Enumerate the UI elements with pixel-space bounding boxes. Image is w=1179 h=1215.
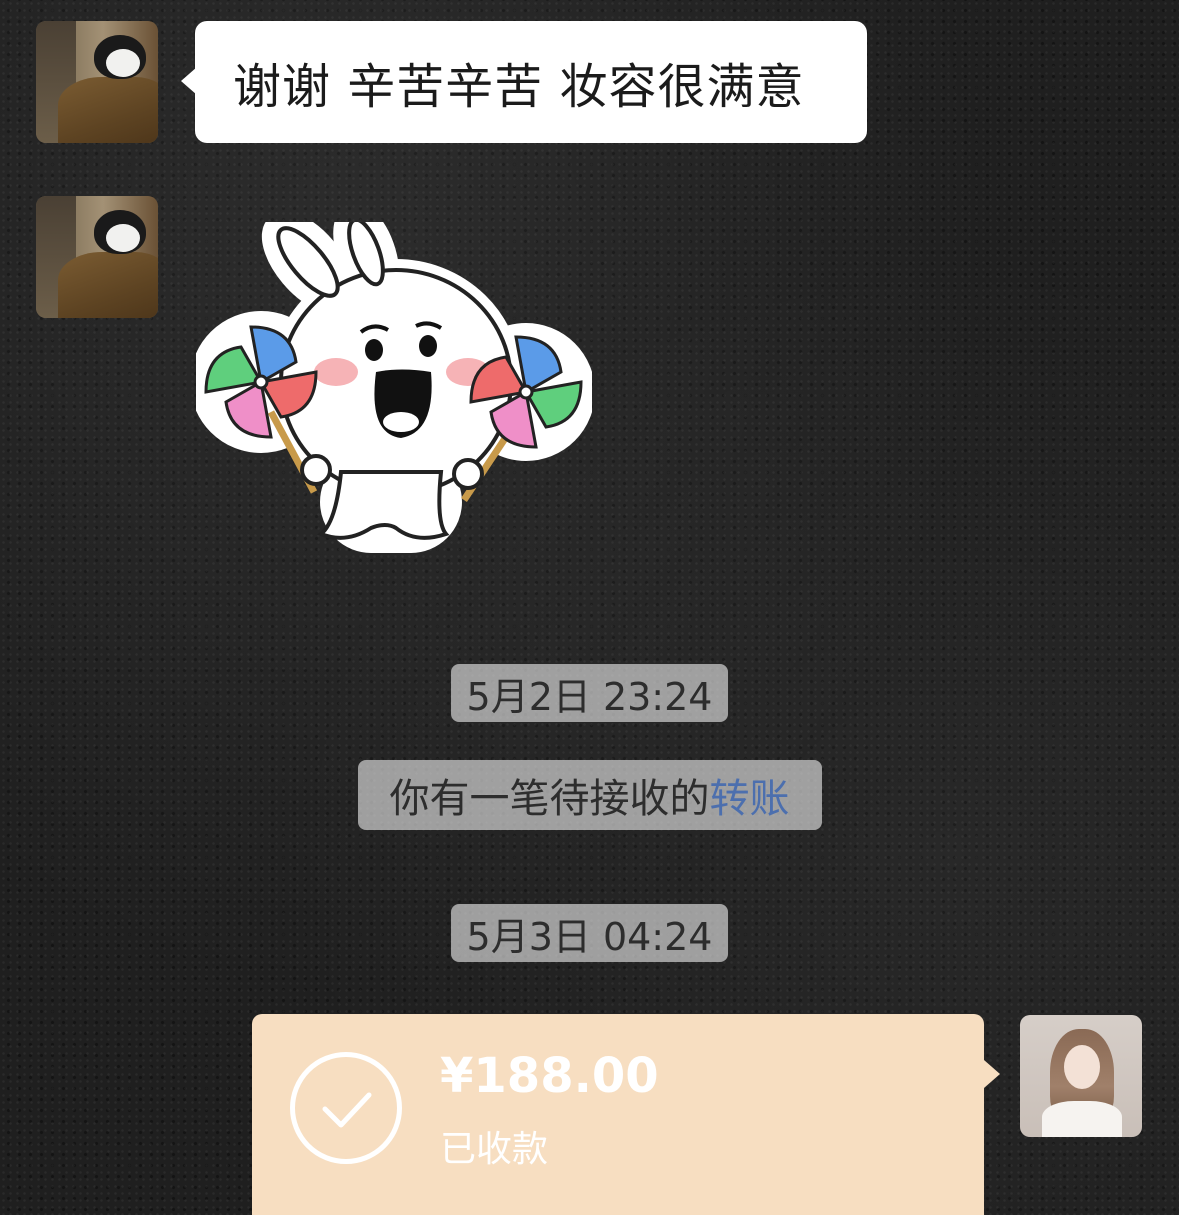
transfer-card[interactable]: ¥188.00 已收款 xyxy=(252,1014,1000,1215)
contact-avatar[interactable] xyxy=(36,196,158,318)
user-avatar[interactable] xyxy=(1020,1015,1142,1137)
transfer-amount: ¥188.00 xyxy=(440,1048,659,1104)
message-text: 谢谢 辛苦辛苦 妆容很满意 xyxy=(233,59,805,115)
timestamp: 5月2日 23:24 xyxy=(450,664,729,722)
incoming-text-bubble[interactable]: 谢谢 辛苦辛苦 妆容很满意 xyxy=(181,21,867,143)
transfer-link[interactable]: 转账 xyxy=(710,766,790,824)
rabbit-pinwheel-sticker[interactable] xyxy=(190,202,595,564)
timestamp: 5月3日 04:24 xyxy=(450,904,729,962)
contact-avatar[interactable] xyxy=(36,21,158,143)
transfer-status: 已收款 xyxy=(440,1129,549,1170)
checkmark-icon xyxy=(290,1052,402,1164)
system-notice: 你有一笔待接收的 转账 xyxy=(357,760,822,830)
system-notice-text: 你有一笔待接收的 xyxy=(389,776,710,822)
